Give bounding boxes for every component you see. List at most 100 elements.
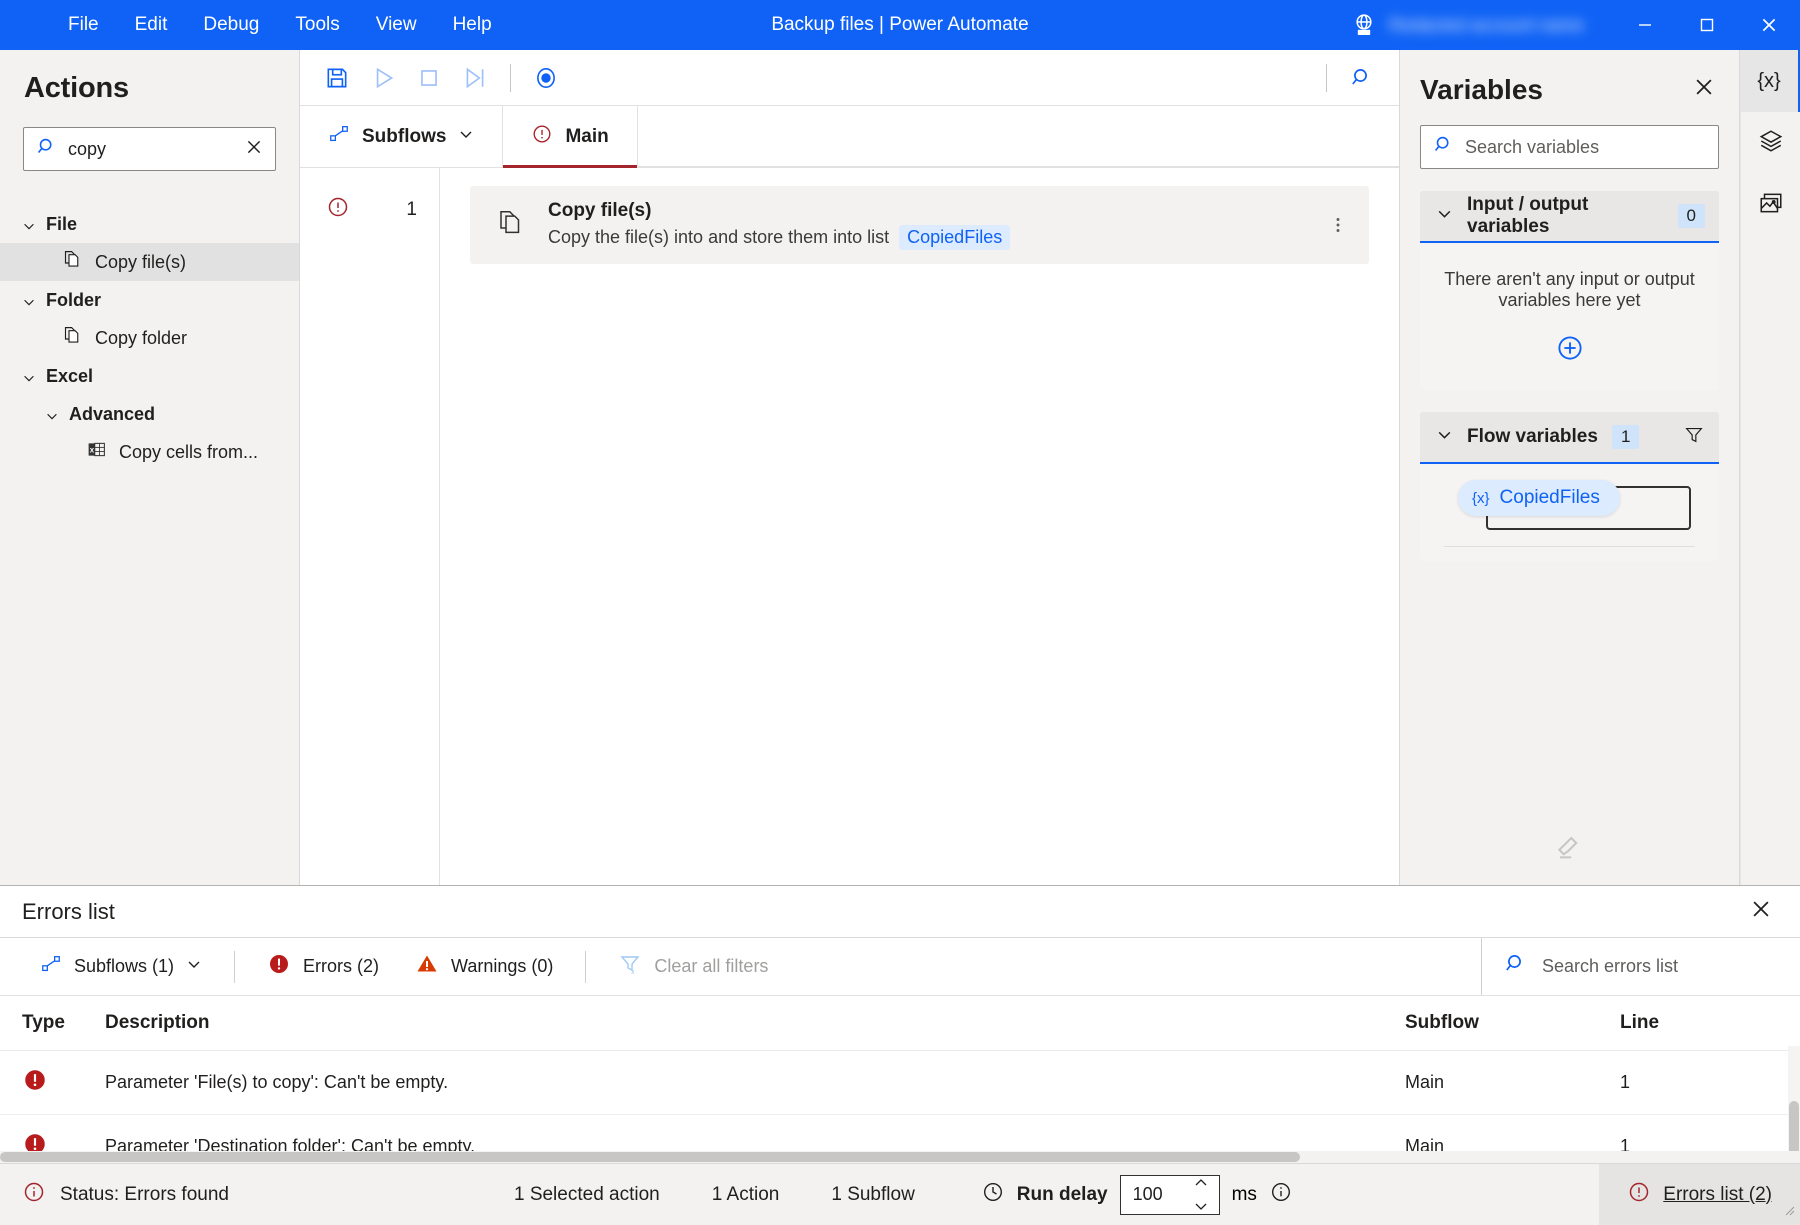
variables-panel-title: Variables [1420,74,1543,106]
menu-bar: File Edit Debug Tools View Help [0,8,510,42]
row-subflow: Main [1405,1051,1620,1115]
tree-group-excel[interactable]: Excel [0,357,299,395]
variable-drag-chip[interactable]: {x} CopiedFiles [1458,480,1620,516]
errors-search-input[interactable] [1542,956,1772,977]
row-line: 1 [1620,1115,1800,1152]
errors-vertical-scrollbar-track[interactable] [1788,1046,1800,1151]
errors-list-link[interactable]: Errors list (2) [1599,1164,1800,1225]
resize-grip-icon[interactable] [1780,1201,1796,1222]
tab-subflows-label: Subflows [362,126,446,148]
variable-braces-icon: {x} [1472,490,1490,507]
close-icon[interactable] [1687,70,1721,109]
tree-leaf-label: Copy folder [95,328,187,349]
actions-search-wrap [0,119,299,171]
chevron-down-icon [22,293,36,307]
flow-variable-row[interactable]: {x} CopiedFiles [1486,486,1691,530]
tree-group-label: Advanced [69,404,155,425]
info-circle-icon [22,1180,46,1210]
tree-group-file[interactable]: File [0,205,299,243]
info-circle-icon[interactable] [1269,1180,1293,1210]
menu-item-debug[interactable]: Debug [185,8,277,42]
tree-leaf-copy-cells-from[interactable]: x Copy cells from... [0,433,299,471]
run-delay-label: Run delay [1017,1184,1108,1206]
filter-icon[interactable] [1683,424,1705,451]
close-icon[interactable] [1744,892,1778,931]
clear-all-filters-button[interactable]: x Clear all filters [600,946,786,987]
plus-circle-icon[interactable] [1555,333,1585,368]
actions-search-input[interactable] [68,139,243,160]
input-output-variables-header[interactable]: Input / output variables 0 [1420,191,1719,243]
run-next-action-button[interactable] [452,56,498,100]
tree-leaf-copy-folder[interactable]: Copy folder [0,319,299,357]
errors-vertical-scrollbar-thumb[interactable] [1789,1101,1799,1151]
main-body: Actions [0,50,1800,885]
errors-filter[interactable]: Errors (2) [249,946,397,987]
variable-chip[interactable]: CopiedFiles [899,225,1010,250]
row-description: Parameter 'Destination folder': Can't be… [105,1115,1405,1152]
ui-elements-pane-button[interactable] [1741,112,1800,174]
errors-list-filters: Subflows (1) Errors (2) Warnings (0) [0,938,1800,996]
errors-list-panel: Errors list Subflows (1) [0,885,1800,1163]
run-button[interactable] [360,56,406,100]
menu-item-edit[interactable]: Edit [117,8,186,42]
chevron-down-icon [22,217,36,231]
run-delay-spin-arrows[interactable] [1193,1176,1219,1214]
copy-file-icon [496,208,526,243]
account-indicator[interactable]: Redacted account name [1351,12,1584,38]
errors-horizontal-scrollbar-thumb[interactable] [0,1152,1300,1162]
errors-search-box[interactable] [1481,938,1800,995]
tree-group-label: File [46,214,77,235]
close-button[interactable] [1738,0,1800,50]
recorder-button[interactable] [523,56,569,100]
table-row[interactable]: Parameter 'Destination folder': Can't be… [0,1115,1800,1152]
action-card-text: Copy file(s) Copy the file(s) into and s… [548,200,1325,250]
clear-icon[interactable] [243,136,265,163]
run-delay-input[interactable] [1121,1184,1193,1205]
variables-header: Variables [1400,50,1739,121]
clear-variables-zone[interactable] [1400,815,1739,885]
menu-item-view[interactable]: View [358,8,435,42]
chevron-up-icon[interactable] [1193,1172,1213,1194]
table-row[interactable]: Parameter 'File(s) to copy': Can't be em… [0,1051,1800,1115]
tab-subflows[interactable]: Subflows [300,106,503,167]
run-delay-stepper[interactable] [1120,1175,1220,1215]
flow-variable-name: CopiedFiles [1500,487,1600,509]
svg-text:x: x [631,969,635,976]
actions-search-box[interactable] [23,127,276,171]
menu-item-tools[interactable]: Tools [277,8,357,42]
tree-leaf-copy-files[interactable]: Copy file(s) [0,243,299,281]
action-card-copy-files[interactable]: Copy file(s) Copy the file(s) into and s… [470,186,1369,264]
menu-item-file[interactable]: File [50,8,117,42]
maximize-button[interactable] [1676,0,1738,50]
errors-table-scroll[interactable]: Type Description Subflow Line Parameter [0,996,1800,1151]
errors-horizontal-scrollbar-track[interactable] [0,1151,1800,1163]
tab-main[interactable]: Main [503,106,637,167]
tree-group-folder[interactable]: Folder [0,281,299,319]
flow-variables-header[interactable]: Flow variables 1 [1420,412,1719,464]
minimize-button[interactable] [1614,0,1676,50]
chevron-down-icon[interactable] [1436,426,1453,448]
action-title: Copy file(s) [548,200,1325,222]
stop-button[interactable] [406,56,452,100]
errors-list-header: Errors list [0,886,1800,938]
save-button[interactable] [314,56,360,100]
flow-search-button[interactable] [1339,56,1385,100]
flow-gutter: 1 [300,168,440,885]
variables-search-input[interactable] [1465,137,1708,158]
kebab-menu-icon[interactable] [1325,214,1351,236]
warnings-filter[interactable]: Warnings (0) [397,946,571,987]
chevron-down-icon[interactable] [1436,205,1453,227]
run-delay-unit: ms [1232,1184,1257,1206]
menu-item-help[interactable]: Help [435,8,510,42]
account-name: Redacted account name [1389,15,1584,36]
images-pane-button[interactable] [1741,174,1800,236]
subflows-filter[interactable]: Subflows (1) [22,947,220,986]
variables-pane-button[interactable]: {x} [1741,50,1800,112]
row-type-icon-cell [0,1115,105,1152]
eraser-icon[interactable] [1555,833,1585,868]
tree-group-advanced[interactable]: Advanced [0,395,299,433]
chevron-down-icon[interactable] [1193,1196,1213,1218]
subflows-filter-label: Subflows (1) [74,956,174,977]
variables-search-box[interactable] [1420,125,1719,169]
error-circle-icon [1627,1180,1651,1209]
